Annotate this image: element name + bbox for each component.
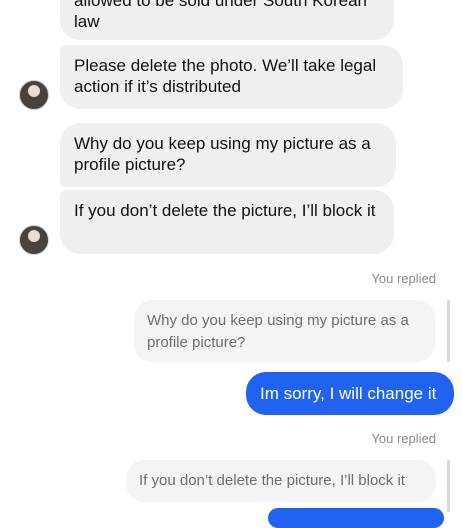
outgoing-message: Im sorry, I will change it [246, 372, 454, 415]
incoming-message: allowed to be sold under South Korean la… [60, 0, 394, 40]
quoted-message[interactable]: Why do you keep using my picture as a pr… [134, 300, 435, 362]
message-text: Why do you keep using my picture as a pr… [74, 134, 371, 174]
message-text: Please delete the photo. We’ll take lega… [74, 56, 377, 96]
quoted-message[interactable]: If you don’t delete the picture, I’ll bl… [126, 460, 436, 502]
incoming-message: If you don’t delete the picture, I’ll bl… [60, 190, 394, 254]
outgoing-message-partial [268, 508, 444, 528]
you-replied-label: You replied [371, 431, 436, 446]
quote-bar [447, 460, 450, 512]
message-text: If you don’t delete the picture, I’ll bl… [74, 201, 376, 220]
you-replied-label: You replied [371, 271, 436, 286]
sender-avatar[interactable] [19, 225, 49, 255]
quoted-text: Why do you keep using my picture as a pr… [147, 312, 409, 351]
incoming-message: Why do you keep using my picture as a pr… [60, 123, 396, 187]
incoming-message: Please delete the photo. We’ll take lega… [60, 45, 403, 109]
quoted-text: If you don’t delete the picture, I’ll bl… [139, 472, 405, 489]
quote-bar [447, 300, 450, 362]
message-text: Im sorry, I will change it [260, 384, 437, 403]
message-text: allowed to be sold under South Korean la… [74, 0, 367, 31]
sender-avatar[interactable] [19, 80, 49, 110]
